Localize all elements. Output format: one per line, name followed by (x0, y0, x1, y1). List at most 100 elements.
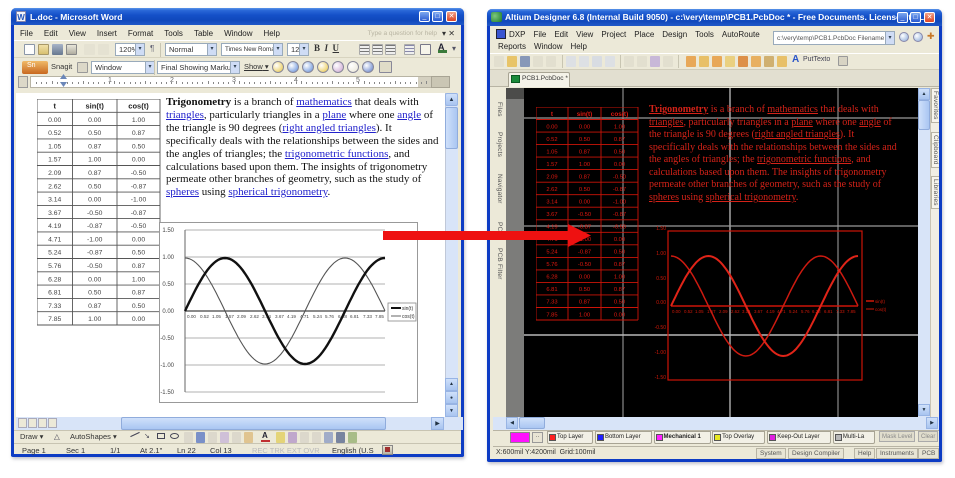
svg-text:0.50: 0.50 (88, 183, 101, 190)
svg-text:1.05: 1.05 (546, 149, 557, 155)
svg-text:0.00: 0.00 (579, 200, 590, 206)
svg-text:6.81: 6.81 (824, 309, 833, 314)
svg-text:0.00: 0.00 (614, 162, 625, 168)
svg-text:2.62: 2.62 (546, 187, 557, 193)
svg-text:2.09: 2.09 (719, 309, 728, 314)
svg-text:0.50: 0.50 (579, 187, 590, 193)
svg-text:3.67: 3.67 (546, 212, 557, 218)
svg-text:7.33: 7.33 (836, 309, 845, 314)
svg-text:0.50: 0.50 (614, 250, 625, 256)
svg-text:6.81: 6.81 (350, 314, 359, 319)
svg-text:3.67: 3.67 (754, 309, 763, 314)
svg-text:0.50: 0.50 (132, 303, 145, 310)
svg-text:-0.50: -0.50 (578, 262, 591, 268)
svg-text:-0.50: -0.50 (160, 336, 174, 342)
svg-text:5.76: 5.76 (325, 314, 334, 319)
svg-text:0.00: 0.00 (88, 197, 101, 204)
svg-text:0.87: 0.87 (579, 300, 590, 306)
svg-text:1.00: 1.00 (579, 312, 590, 318)
svg-text:7.85: 7.85 (847, 309, 856, 314)
svg-text:0.00: 0.00 (672, 309, 681, 314)
svg-text:6.81: 6.81 (546, 287, 557, 293)
svg-text:5.24: 5.24 (789, 309, 798, 314)
svg-text:0.87: 0.87 (132, 290, 145, 297)
svg-text:0.50: 0.50 (656, 276, 666, 282)
svg-text:0.00: 0.00 (614, 312, 625, 318)
svg-text:1.00: 1.00 (132, 276, 145, 283)
svg-text:0.52: 0.52 (200, 314, 209, 319)
svg-text:2.62: 2.62 (48, 183, 61, 190)
svg-text:2.09: 2.09 (48, 170, 61, 177)
svg-text:7.85: 7.85 (375, 314, 384, 319)
svg-text:1.05: 1.05 (212, 314, 221, 319)
svg-text:5.24: 5.24 (48, 250, 61, 257)
svg-text:0.50: 0.50 (579, 287, 590, 293)
svg-text:0.00: 0.00 (132, 157, 145, 164)
svg-text:4.19: 4.19 (287, 314, 296, 319)
svg-text:-0.50: -0.50 (87, 263, 103, 270)
svg-text:0.50: 0.50 (88, 130, 101, 137)
svg-text:0.00: 0.00 (48, 117, 61, 124)
svg-text:sin(t): sin(t) (577, 111, 593, 118)
svg-text:-1.50: -1.50 (655, 375, 667, 381)
svg-text:0.87: 0.87 (614, 262, 625, 268)
svg-text:0.50: 0.50 (132, 250, 145, 257)
svg-text:1.00: 1.00 (614, 124, 625, 130)
svg-text:sin(t): sin(t) (402, 306, 413, 312)
svg-text:1.57: 1.57 (48, 157, 61, 164)
svg-text:0.87: 0.87 (614, 287, 625, 293)
svg-text:-0.50: -0.50 (87, 210, 103, 217)
svg-text:0.00: 0.00 (656, 300, 666, 306)
svg-text:5.76: 5.76 (546, 262, 557, 268)
svg-text:0.87: 0.87 (579, 149, 590, 155)
svg-text:-1.00: -1.00 (613, 200, 626, 206)
svg-text:1.50: 1.50 (656, 226, 666, 232)
svg-text:0.00: 0.00 (579, 275, 590, 281)
svg-text:2.09: 2.09 (546, 174, 557, 180)
svg-text:2.62: 2.62 (250, 314, 259, 319)
svg-text:-1.50: -1.50 (160, 390, 174, 396)
svg-text:-0.50: -0.50 (655, 325, 667, 331)
svg-text:5.24: 5.24 (313, 314, 322, 319)
svg-text:-1.00: -1.00 (160, 363, 174, 369)
svg-text:4.19: 4.19 (766, 309, 775, 314)
svg-text:1.00: 1.00 (614, 275, 625, 281)
svg-text:5.24: 5.24 (546, 250, 558, 256)
svg-text:-0.50: -0.50 (613, 174, 626, 180)
svg-text:-0.50: -0.50 (613, 225, 626, 231)
svg-text:0.50: 0.50 (88, 290, 101, 297)
svg-text:3.14: 3.14 (48, 197, 61, 204)
svg-text:-0.87: -0.87 (131, 183, 147, 190)
svg-text:0.52: 0.52 (684, 309, 693, 314)
svg-text:cos(t): cos(t) (128, 102, 149, 111)
svg-text:-0.50: -0.50 (578, 212, 591, 218)
svg-text:0.00: 0.00 (162, 309, 174, 315)
svg-text:0.50: 0.50 (162, 282, 174, 288)
svg-text:3.14: 3.14 (546, 200, 558, 206)
svg-text:4.19: 4.19 (48, 223, 61, 230)
svg-text:0.52: 0.52 (48, 130, 61, 137)
svg-text:-0.87: -0.87 (131, 210, 147, 217)
svg-text:0.00: 0.00 (546, 124, 557, 130)
svg-text:5.76: 5.76 (48, 263, 61, 270)
svg-text:0.00: 0.00 (187, 314, 196, 319)
svg-text:t: t (53, 102, 56, 111)
svg-text:-0.87: -0.87 (578, 225, 591, 231)
svg-text:7.33: 7.33 (546, 300, 557, 306)
svg-text:7.85: 7.85 (546, 312, 557, 318)
svg-text:7.33: 7.33 (363, 314, 372, 319)
svg-text:0.50: 0.50 (614, 300, 625, 306)
svg-text:1.05: 1.05 (48, 143, 61, 150)
svg-text:2.62: 2.62 (731, 309, 740, 314)
svg-text:6.28: 6.28 (546, 275, 557, 281)
svg-text:0.00: 0.00 (614, 237, 625, 243)
svg-text:4.19: 4.19 (546, 225, 557, 231)
svg-text:1.00: 1.00 (579, 162, 590, 168)
svg-text:1.00: 1.00 (132, 117, 145, 124)
svg-text:3.67: 3.67 (48, 210, 61, 217)
svg-text:1.00: 1.00 (88, 316, 101, 323)
svg-text:1.57: 1.57 (546, 162, 557, 168)
svg-text:0.87: 0.87 (132, 263, 145, 270)
svg-text:-0.50: -0.50 (131, 223, 147, 230)
svg-text:0.52: 0.52 (546, 137, 557, 143)
